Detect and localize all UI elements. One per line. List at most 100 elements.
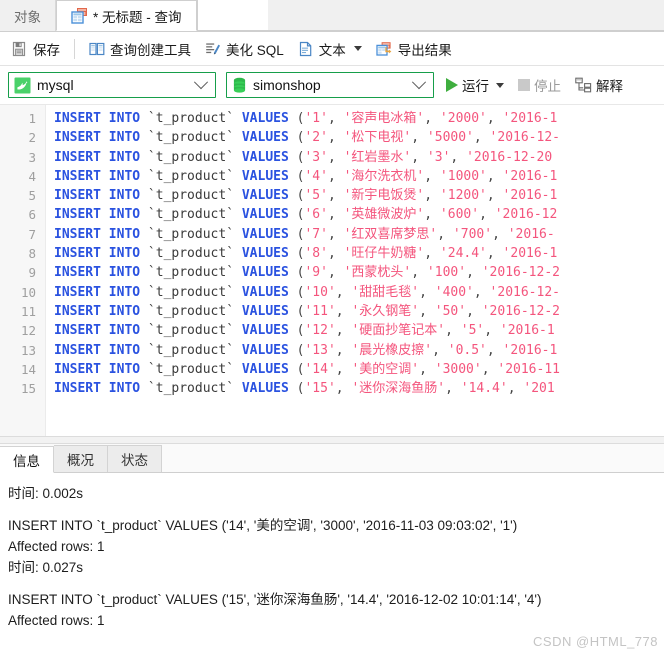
- sql-punct: ,: [466, 265, 482, 281]
- explain-button[interactable]: 解释: [573, 75, 625, 95]
- tab-query[interactable]: * 无标题 - 查询: [56, 0, 197, 31]
- run-button[interactable]: 运行: [444, 75, 506, 95]
- sql-punct: ,: [411, 130, 427, 146]
- sql-value-id: '10': [304, 284, 336, 300]
- sql-line[interactable]: INSERT INTO `t_product` VALUES ('1', '容声…: [54, 109, 664, 128]
- sql-line[interactable]: INSERT INTO `t_product` VALUES ('13', '晨…: [54, 341, 664, 360]
- text-label: 文本: [318, 42, 346, 58]
- query-table-icon: [71, 7, 88, 24]
- sql-line[interactable]: INSERT INTO `t_product` VALUES ('8', '旺仔…: [54, 244, 664, 263]
- sql-value-price: '600': [439, 207, 480, 223]
- sql-value-name: '硬面抄笔记本': [351, 323, 446, 339]
- sql-punct: ,: [335, 284, 352, 300]
- tab-objects[interactable]: 对象: [0, 0, 56, 31]
- database-select[interactable]: simonshop: [226, 72, 434, 98]
- sql-line[interactable]: INSERT INTO `t_product` VALUES ('9', '西蒙…: [54, 263, 664, 282]
- sql-line[interactable]: INSERT INTO `t_product` VALUES ('7', '红双…: [54, 225, 664, 244]
- tab-objects-label: 对象: [14, 9, 41, 25]
- sql-table-name: `t_product`: [147, 303, 235, 319]
- sql-punct: ,: [327, 130, 344, 146]
- line-number: 3: [28, 149, 36, 165]
- stop-label: 停止: [534, 79, 561, 94]
- sql-line[interactable]: INSERT INTO `t_product` VALUES ('5', '新宇…: [54, 186, 664, 205]
- sql-punct: ,: [424, 168, 440, 184]
- sql-line[interactable]: INSERT INTO `t_product` VALUES ('6', '英雄…: [54, 205, 664, 224]
- sql-punct: ,: [486, 111, 503, 126]
- result-tab-2[interactable]: 状态: [108, 445, 162, 472]
- sql-keyword: INSERT INTO: [54, 188, 148, 204]
- line-number: 7: [28, 226, 36, 242]
- sql-code-area[interactable]: INSERT INTO `t_product` VALUES ('1', '容声…: [46, 105, 664, 436]
- sql-value-id: '4': [304, 168, 328, 184]
- beautify-sql-button[interactable]: 美化 SQL: [199, 36, 290, 62]
- tab-strip: 对象 * 无标题 - 查询: [0, 0, 664, 32]
- sql-value-name: '旺仔牛奶糖': [343, 246, 425, 262]
- toolbar-separator: [74, 38, 75, 59]
- sql-value-date: '2016-12-20: [466, 149, 553, 165]
- result-log[interactable]: 时间: 0.002s INSERT INTO `t_product` VALUES…: [0, 473, 664, 651]
- sql-keyword: VALUES: [234, 111, 297, 126]
- sql-punct: ,: [486, 188, 503, 204]
- sql-line[interactable]: INSERT INTO `t_product` VALUES ('2', '松下…: [54, 128, 664, 147]
- sql-value-price: '100': [426, 265, 467, 281]
- result-tab-0[interactable]: 信息: [0, 446, 54, 473]
- sql-table-name: `t_product`: [147, 342, 235, 358]
- sql-value-id: '1': [304, 111, 328, 126]
- sql-value-price: '400': [434, 284, 474, 300]
- sql-line[interactable]: INSERT INTO `t_product` VALUES ('12', '硬…: [54, 321, 664, 340]
- sql-keyword: INSERT INTO: [54, 226, 148, 242]
- sql-keyword: INSERT INTO: [54, 207, 148, 223]
- sql-table-name: `t_product`: [147, 323, 235, 339]
- line-number: 11: [20, 303, 36, 319]
- sql-line[interactable]: INSERT INTO `t_product` VALUES ('15', '迷…: [54, 379, 664, 398]
- text-button[interactable]: 文本: [292, 36, 368, 62]
- chevron-down-icon[interactable]: [411, 75, 427, 90]
- sql-line[interactable]: INSERT INTO `t_product` VALUES ('11', '永…: [54, 302, 664, 321]
- sql-table-name: `t_product`: [147, 246, 235, 262]
- sql-keyword: VALUES: [234, 381, 297, 397]
- connection-select[interactable]: mysql: [8, 72, 216, 98]
- sql-keyword: VALUES: [234, 246, 297, 262]
- result-tab-1[interactable]: 概况: [54, 445, 108, 472]
- line-number: 5: [28, 188, 36, 204]
- sql-punct: ,: [335, 342, 352, 358]
- sql-keyword: INSERT INTO: [54, 361, 148, 377]
- save-button[interactable]: 保存: [6, 36, 66, 62]
- sql-value-name: '迷你深海鱼肠': [351, 381, 446, 397]
- sql-punct: ,: [411, 149, 427, 165]
- chevron-down-icon[interactable]: [496, 82, 504, 88]
- sql-punct: ,: [507, 381, 524, 397]
- chevron-down-icon[interactable]: [193, 75, 209, 90]
- chevron-down-icon[interactable]: [353, 46, 362, 51]
- main-toolbar: 保存 查询创建工具 美化 SQL 文本 导出结果: [0, 32, 664, 66]
- sql-line[interactable]: INSERT INTO `t_product` VALUES ('14', '美…: [54, 360, 664, 379]
- sql-value-price: '3': [426, 149, 451, 165]
- query-builder-button[interactable]: 查询创建工具: [83, 36, 197, 62]
- mysql-dolphin-icon: [14, 77, 31, 94]
- sql-value-price: '1200': [439, 188, 487, 204]
- sql-value-name: '松下电视': [343, 130, 412, 146]
- sql-value-price: '5': [460, 323, 485, 339]
- sql-value-date: '2016-1: [502, 342, 558, 358]
- sql-editor[interactable]: 1 2 3 4 5 6 7 8 9 10 11 12 13 14 15 INSERT INTO `t_pro…: [0, 105, 664, 436]
- stop-square-icon: [518, 79, 530, 91]
- sql-keyword: VALUES: [234, 226, 297, 242]
- sql-value-date: '201: [523, 381, 555, 397]
- text-document-icon: [298, 41, 314, 57]
- sql-value-name: '西蒙枕头': [343, 265, 412, 281]
- sql-line[interactable]: INSERT INTO `t_product` VALUES ('4', '海尔…: [54, 167, 664, 186]
- sql-line[interactable]: INSERT INTO `t_product` VALUES ('10', '甜…: [54, 283, 664, 302]
- export-result-button[interactable]: 导出结果: [370, 36, 458, 62]
- sql-keyword: INSERT INTO: [54, 265, 148, 281]
- sql-table-name: `t_product`: [147, 265, 235, 281]
- sql-keyword: INSERT INTO: [54, 168, 148, 184]
- sql-keyword: VALUES: [234, 361, 297, 377]
- sql-punct: ,: [327, 149, 344, 165]
- stop-button[interactable]: 停止: [516, 75, 563, 95]
- sql-punct: ,: [466, 303, 482, 319]
- panel-splitter[interactable]: [0, 436, 664, 444]
- explain-plan-icon: [575, 77, 592, 93]
- sql-punct: ,: [327, 111, 344, 126]
- sql-line[interactable]: INSERT INTO `t_product` VALUES ('3', '红岩…: [54, 148, 664, 167]
